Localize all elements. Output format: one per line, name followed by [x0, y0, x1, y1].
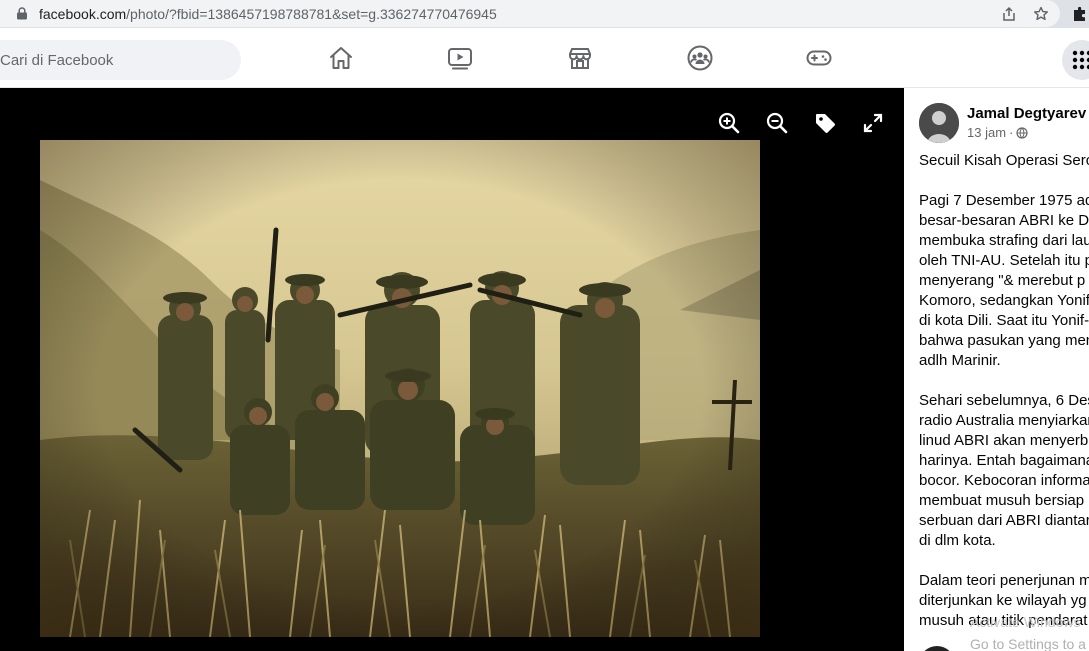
- groups-icon: [687, 45, 713, 71]
- watch-icon: [448, 48, 472, 70]
- windows-watermark: Activate Windows: [970, 614, 1081, 630]
- author-name[interactable]: Jamal Degtyarev: [967, 105, 1086, 122]
- post-line: harinya. Entah bagaimana: [919, 452, 1089, 469]
- post-line: di kota Dili. Saat itu Yonif-: [919, 312, 1089, 329]
- zoom-in-icon: [718, 112, 740, 134]
- post-line: bahwa pasukan yang men: [919, 332, 1089, 349]
- post-line: membuat musuh bersiap: [919, 492, 1085, 509]
- tab-home[interactable]: [285, 28, 397, 88]
- post-side-panel: Jamal Degtyarev 13 jam · Secuil Kisah Op…: [904, 88, 1089, 651]
- post-line: linud ABRI akan menyerbu: [919, 432, 1089, 449]
- url-host: facebook.com: [39, 6, 127, 22]
- grid-menu-icon: [1072, 50, 1089, 70]
- post-line: diterjunkan ke wilayah yg: [919, 592, 1087, 609]
- post-line: Dalam teori penerjunan m: [919, 572, 1089, 589]
- author-avatar[interactable]: [919, 103, 959, 143]
- zoom-out-icon: [766, 112, 788, 134]
- post-line: serbuan dari ABRI diantar: [919, 512, 1089, 529]
- fullscreen-button[interactable]: [860, 110, 886, 136]
- tag-icon: [816, 114, 835, 133]
- search-box[interactable]: [0, 40, 241, 80]
- home-icon: [330, 47, 352, 69]
- post-text: Secuil Kisah Operasi Seroj Pagi 7 Desemb…: [919, 151, 1089, 631]
- post-line: besar-besaran ABRI ke Dil: [919, 212, 1089, 229]
- post-line: radio Australia menyiarkar: [919, 412, 1089, 429]
- post-meta: 13 jam ·: [967, 125, 1028, 140]
- tab-watch[interactable]: [404, 28, 516, 88]
- photo-viewer: [0, 88, 904, 651]
- post-line: Komoro, sedangkan Yonif: [919, 292, 1089, 309]
- lock-icon[interactable]: [16, 7, 28, 20]
- post-line: Pagi 7 Desember 1975 ada: [919, 192, 1089, 209]
- browser-toolbar: facebook.com/photo/?fbid=138645719878878…: [0, 0, 1089, 28]
- share-icon[interactable]: [1000, 5, 1018, 23]
- tab-groups[interactable]: [644, 28, 756, 88]
- post-line: membuka strafing dari lau: [919, 232, 1089, 249]
- tag-photo-button[interactable]: [812, 110, 838, 136]
- post-line: Secuil Kisah Operasi Seroj: [919, 152, 1089, 169]
- tab-gaming[interactable]: [763, 28, 875, 88]
- zoom-out-button[interactable]: [764, 110, 790, 136]
- post-line: Sehari sebelumnya, 6 Des: [919, 392, 1089, 409]
- post-line: bocor. Kebocoran informa: [919, 472, 1089, 489]
- facebook-header: [0, 28, 1089, 88]
- menu-button[interactable]: [1062, 40, 1089, 80]
- post-line: oleh TNI-AU. Setelah itu p: [919, 252, 1089, 269]
- meta-separator: ·: [1009, 125, 1014, 140]
- fullscreen-icon: [863, 113, 883, 133]
- url-text[interactable]: facebook.com/photo/?fbid=138645719878878…: [39, 6, 497, 22]
- post-photo[interactable]: [40, 140, 760, 637]
- star-icon[interactable]: [1032, 5, 1050, 23]
- address-bar[interactable]: facebook.com/photo/?fbid=138645719878878…: [0, 0, 1060, 27]
- post-line: adlh Marinir.: [919, 352, 1001, 369]
- zoom-in-button[interactable]: [716, 110, 742, 136]
- marketplace-icon: [569, 48, 591, 69]
- search-input[interactable]: [0, 40, 230, 80]
- extension-puzzle-icon[interactable]: [1071, 5, 1089, 23]
- post-time[interactable]: 13 jam: [967, 125, 1006, 140]
- windows-watermark-sub: Go to Settings to a: [970, 636, 1086, 651]
- tab-marketplace[interactable]: [524, 28, 636, 88]
- post-line: di dlm kota.: [919, 532, 996, 549]
- comment-avatar[interactable]: [919, 646, 955, 651]
- gaming-icon: [806, 50, 832, 66]
- post-line: menyerang "& merebut p: [919, 272, 1086, 289]
- url-path: /photo/?fbid=1386457198788781&set=g.3362…: [126, 6, 497, 22]
- globe-icon: [1016, 126, 1028, 139]
